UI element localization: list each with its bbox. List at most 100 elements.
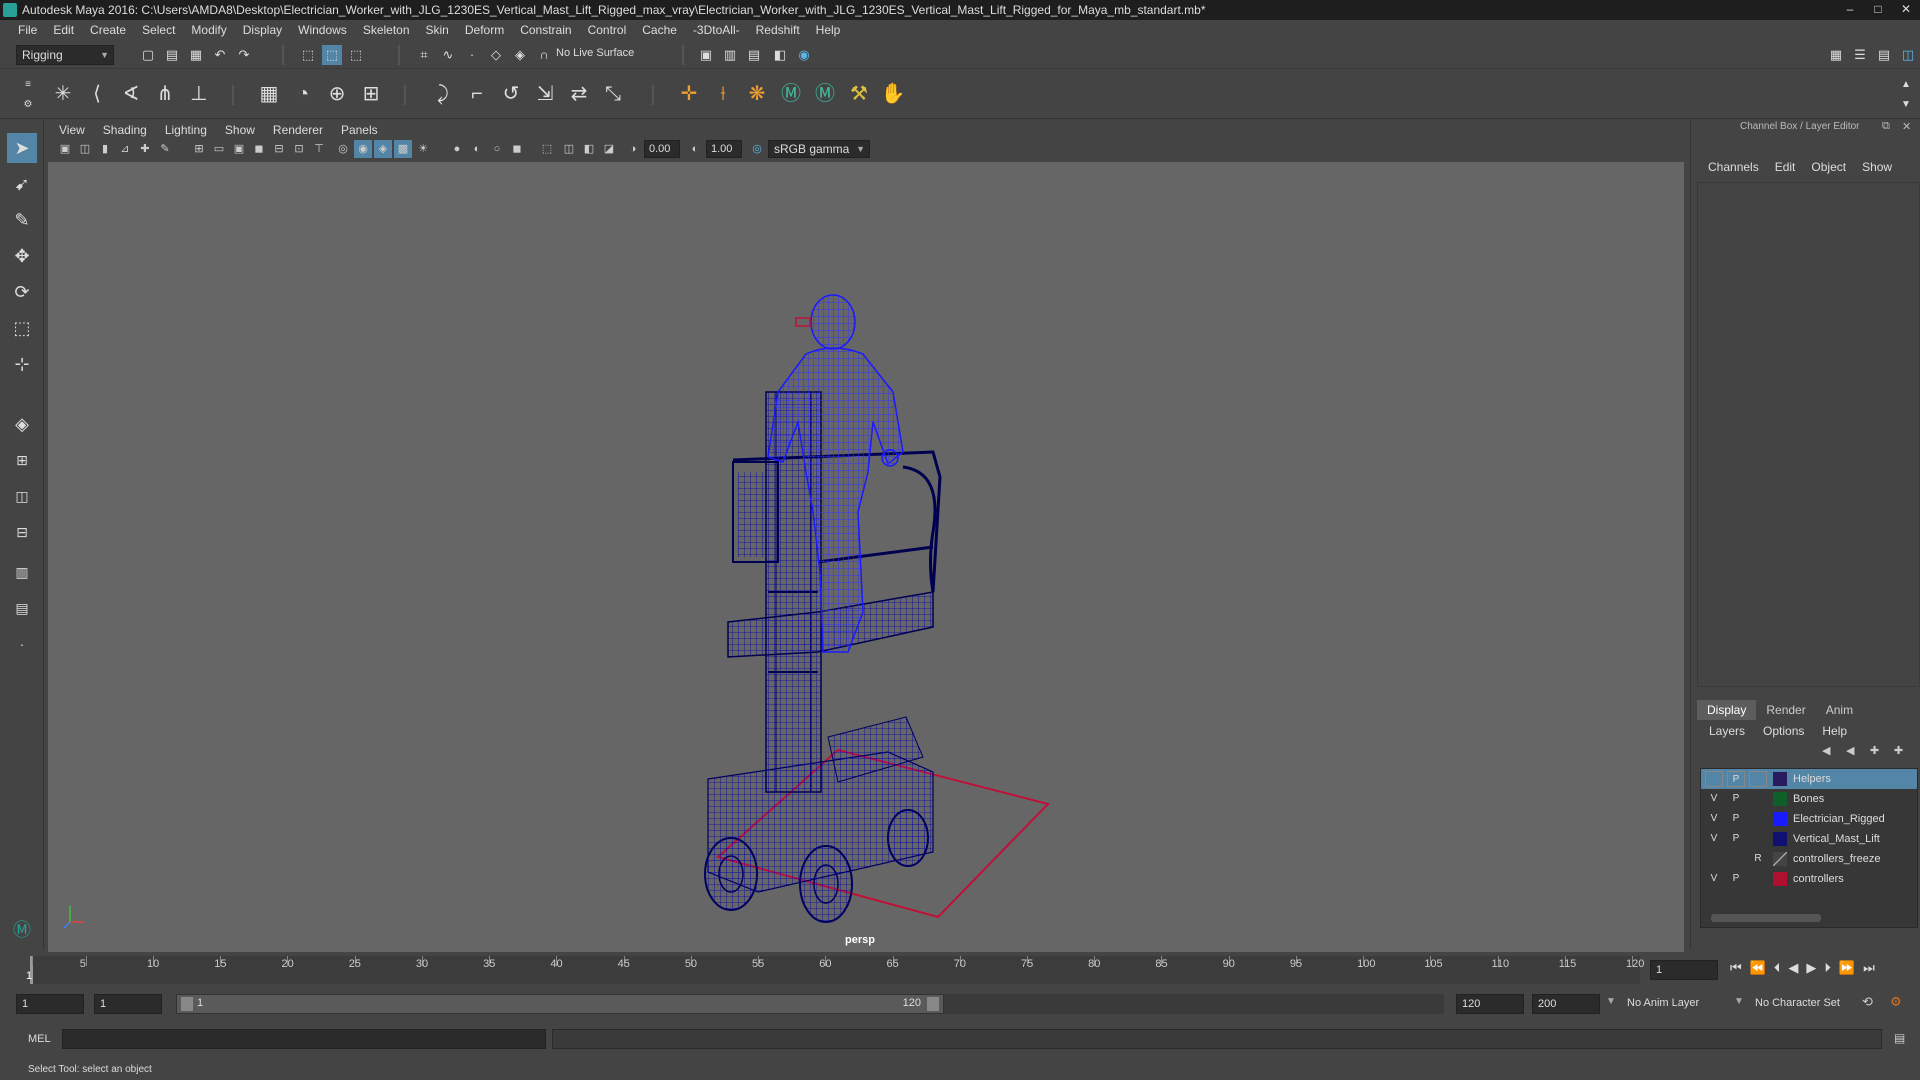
redo-icon[interactable]: ↷	[234, 45, 254, 65]
shelf-menu-icon[interactable]: ≡	[18, 75, 38, 95]
layer-list-scrollbar[interactable]	[1711, 914, 1821, 922]
locator-icon[interactable]: ✛	[674, 79, 704, 109]
menu-display[interactable]: Display	[235, 20, 290, 41]
menu-control[interactable]: Control	[580, 20, 635, 41]
channel-box-menu-show[interactable]: Show	[1854, 160, 1900, 174]
wrap-deformer-icon[interactable]: ⊕	[322, 79, 352, 109]
shadows-icon[interactable]: ●	[448, 140, 466, 158]
range-end-handle[interactable]	[927, 997, 939, 1011]
hand-tool-icon[interactable]: ✋	[878, 79, 908, 109]
layer-color-swatch[interactable]	[1773, 832, 1787, 846]
magnet-icon[interactable]: ∩	[534, 45, 554, 65]
select-object-icon[interactable]: ⬚	[322, 45, 342, 65]
layer-color-swatch[interactable]	[1773, 812, 1787, 826]
layer-menu-options[interactable]: Options	[1754, 722, 1813, 740]
layer-display-type-toggle[interactable]	[1749, 791, 1767, 807]
film-gate-icon[interactable]: ▭	[210, 140, 228, 158]
menu-help[interactable]: Help	[808, 20, 849, 41]
two-pane-layout-icon[interactable]: ◫	[7, 481, 37, 511]
viewport-menu-show[interactable]: Show	[216, 121, 264, 139]
wireframe-icon[interactable]: ◎	[334, 140, 352, 158]
constraint-pole-icon[interactable]: ⤡	[598, 79, 628, 109]
tab-render[interactable]: Render	[1756, 700, 1815, 720]
character-set-dropdown[interactable]: No Character Set	[1750, 994, 1868, 1014]
shelf-settings-icon[interactable]: ⚙	[18, 95, 38, 115]
viewport-menu-shading[interactable]: Shading	[94, 121, 156, 139]
minimize-button[interactable]: –	[1836, 0, 1864, 18]
constraint-scale-icon[interactable]: ⇲	[530, 79, 560, 109]
single-perspective-layout-icon[interactable]: ◈	[7, 409, 37, 439]
layer-row[interactable]: V P controllers	[1701, 869, 1917, 889]
playback-end-field[interactable]: 120	[1456, 994, 1524, 1014]
layer-playback-toggle[interactable]: P	[1727, 811, 1745, 827]
smooth-shade-icon[interactable]: ◉	[354, 140, 372, 158]
graph-layout-icon[interactable]: ⊟	[7, 517, 37, 547]
step-forward-key-icon[interactable]: ⏩	[1839, 960, 1855, 976]
grid-icon[interactable]: ⊞	[190, 140, 208, 158]
exposure-field[interactable]: 0.00	[644, 140, 680, 158]
mirror-joint-icon[interactable]: ⊥	[184, 79, 214, 109]
chevron-down-icon[interactable]: ▼	[1606, 996, 1616, 1007]
ipr-render-icon[interactable]: ▥	[720, 45, 740, 65]
tab-display[interactable]: Display	[1697, 700, 1757, 720]
layer-display-type-toggle[interactable]	[1749, 771, 1767, 787]
close-panel-icon[interactable]: ✕	[1902, 120, 1911, 133]
snap-point-icon[interactable]: ·	[462, 45, 482, 65]
cluster-icon[interactable]: ⟊	[708, 79, 738, 109]
blendshape-icon[interactable]: ❋	[742, 79, 772, 109]
humanik-icon[interactable]: Ⓜ	[776, 79, 806, 109]
menu-redshift[interactable]: Redshift	[748, 20, 808, 41]
outliner-layout-icon[interactable]: ▥	[7, 557, 37, 587]
render-settings-icon[interactable]: ▤	[744, 45, 764, 65]
menu-deform[interactable]: Deform	[457, 20, 512, 41]
close-button[interactable]: ✕	[1892, 0, 1920, 18]
anti-aliasing-icon[interactable]: ◼	[508, 140, 526, 158]
move-layer-down-icon[interactable]: ◀	[1846, 744, 1854, 757]
anim-layer-dropdown[interactable]: No Anim Layer	[1622, 994, 1742, 1014]
live-surface-label[interactable]: No Live Surface	[556, 47, 634, 59]
layer-visibility-toggle[interactable]: V	[1705, 831, 1723, 847]
four-view-layout-icon[interactable]: ⊞	[7, 445, 37, 475]
channel-box-icon[interactable]: ◫	[1898, 45, 1918, 65]
xray-icon[interactable]: ◫	[560, 140, 578, 158]
snap-curve-icon[interactable]: ∿	[438, 45, 458, 65]
tool-settings-icon[interactable]: ▤	[1874, 45, 1894, 65]
layer-row[interactable]: V P Electrician_Rigged	[1701, 809, 1917, 829]
viewport-3d-scene[interactable]	[48, 162, 1684, 952]
constraint-parent-icon[interactable]: ⤸	[428, 79, 458, 109]
layer-display-type-toggle[interactable]: R	[1749, 851, 1767, 867]
resolution-gate-icon[interactable]: ▣	[230, 140, 248, 158]
gamma-field[interactable]: 1.00	[706, 140, 742, 158]
layer-color-swatch[interactable]	[1773, 772, 1787, 786]
scale-tool-icon[interactable]: ⬚	[7, 313, 37, 343]
select-camera-icon[interactable]: ▣	[56, 140, 74, 158]
menu-select[interactable]: Select	[134, 20, 183, 41]
hypershade-layout-icon[interactable]: ▤	[7, 593, 37, 623]
layer-playback-toggle[interactable]: P	[1727, 771, 1745, 787]
viewport-menu-lighting[interactable]: Lighting	[156, 121, 216, 139]
menu-windows[interactable]: Windows	[290, 20, 355, 41]
xray-joints-icon[interactable]: ◧	[580, 140, 598, 158]
layer-menu-layers[interactable]: Layers	[1700, 722, 1754, 740]
snap-surface-icon[interactable]: ◈	[510, 45, 530, 65]
constraint-point-icon[interactable]: ⌐	[462, 79, 492, 109]
scene-end-field[interactable]: 200	[1532, 994, 1600, 1014]
gamma-icon[interactable]: ◐	[686, 140, 704, 158]
skin-tool-icon[interactable]: ⚒	[844, 79, 874, 109]
motion-blur-icon[interactable]: ○	[488, 140, 506, 158]
maximize-button[interactable]: □	[1864, 0, 1892, 18]
paint-select-tool-icon[interactable]: ✎	[7, 205, 37, 235]
layer-display-type-toggle[interactable]	[1749, 871, 1767, 887]
save-scene-icon[interactable]: ▦	[186, 45, 206, 65]
2d-pan-zoom-icon[interactable]: ✚	[136, 140, 154, 158]
rotate-tool-icon[interactable]: ⟳	[7, 277, 37, 307]
select-hierarchy-icon[interactable]: ⬚	[298, 45, 318, 65]
undo-icon[interactable]: ↶	[210, 45, 230, 65]
shelf-scroll-up-icon[interactable]: ▲	[1896, 75, 1916, 95]
play-forwards-icon[interactable]: ▶	[1806, 960, 1816, 976]
viewport-menu-renderer[interactable]: Renderer	[264, 121, 332, 139]
layer-color-swatch[interactable]	[1773, 852, 1787, 866]
channel-box-area[interactable]	[1697, 182, 1920, 687]
layer-row[interactable]: R controllers_freeze	[1701, 849, 1917, 869]
layer-color-swatch[interactable]	[1773, 792, 1787, 806]
